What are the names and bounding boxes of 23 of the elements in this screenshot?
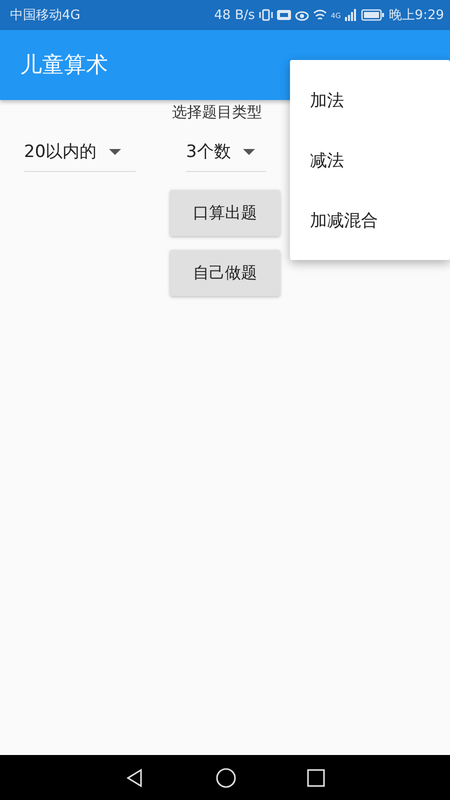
action-button[interactable]: 口算出题: [170, 190, 280, 236]
type-label: 选择题目类型: [172, 103, 262, 122]
home-icon[interactable]: [215, 766, 237, 788]
back-icon[interactable]: [125, 768, 145, 788]
hd-icon: [276, 9, 291, 21]
dropdown[interactable]: 20以内的: [24, 136, 136, 172]
app-title: 儿童算术: [20, 52, 108, 80]
recents-icon[interactable]: [307, 768, 325, 786]
menu-item[interactable]: 加减混合: [290, 190, 450, 250]
battery-icon: [360, 9, 385, 21]
signal-icon: [344, 9, 357, 21]
dropdown[interactable]: 3个数: [186, 136, 266, 172]
eye-icon: [294, 9, 309, 21]
caret-icon: [108, 148, 121, 154]
action-button[interactable]: 自己做题: [170, 250, 280, 296]
caret-icon: [242, 148, 255, 154]
menu-item[interactable]: 加法: [290, 70, 450, 130]
carrier-name: 中国移动4G: [10, 7, 80, 24]
clock: 晚上9:29: [388, 7, 444, 24]
network-speed: 48 B/s: [214, 8, 255, 22]
wifi-icon: [312, 9, 327, 21]
vibrate-icon: [258, 9, 273, 21]
menu-item[interactable]: 减法: [290, 130, 450, 190]
